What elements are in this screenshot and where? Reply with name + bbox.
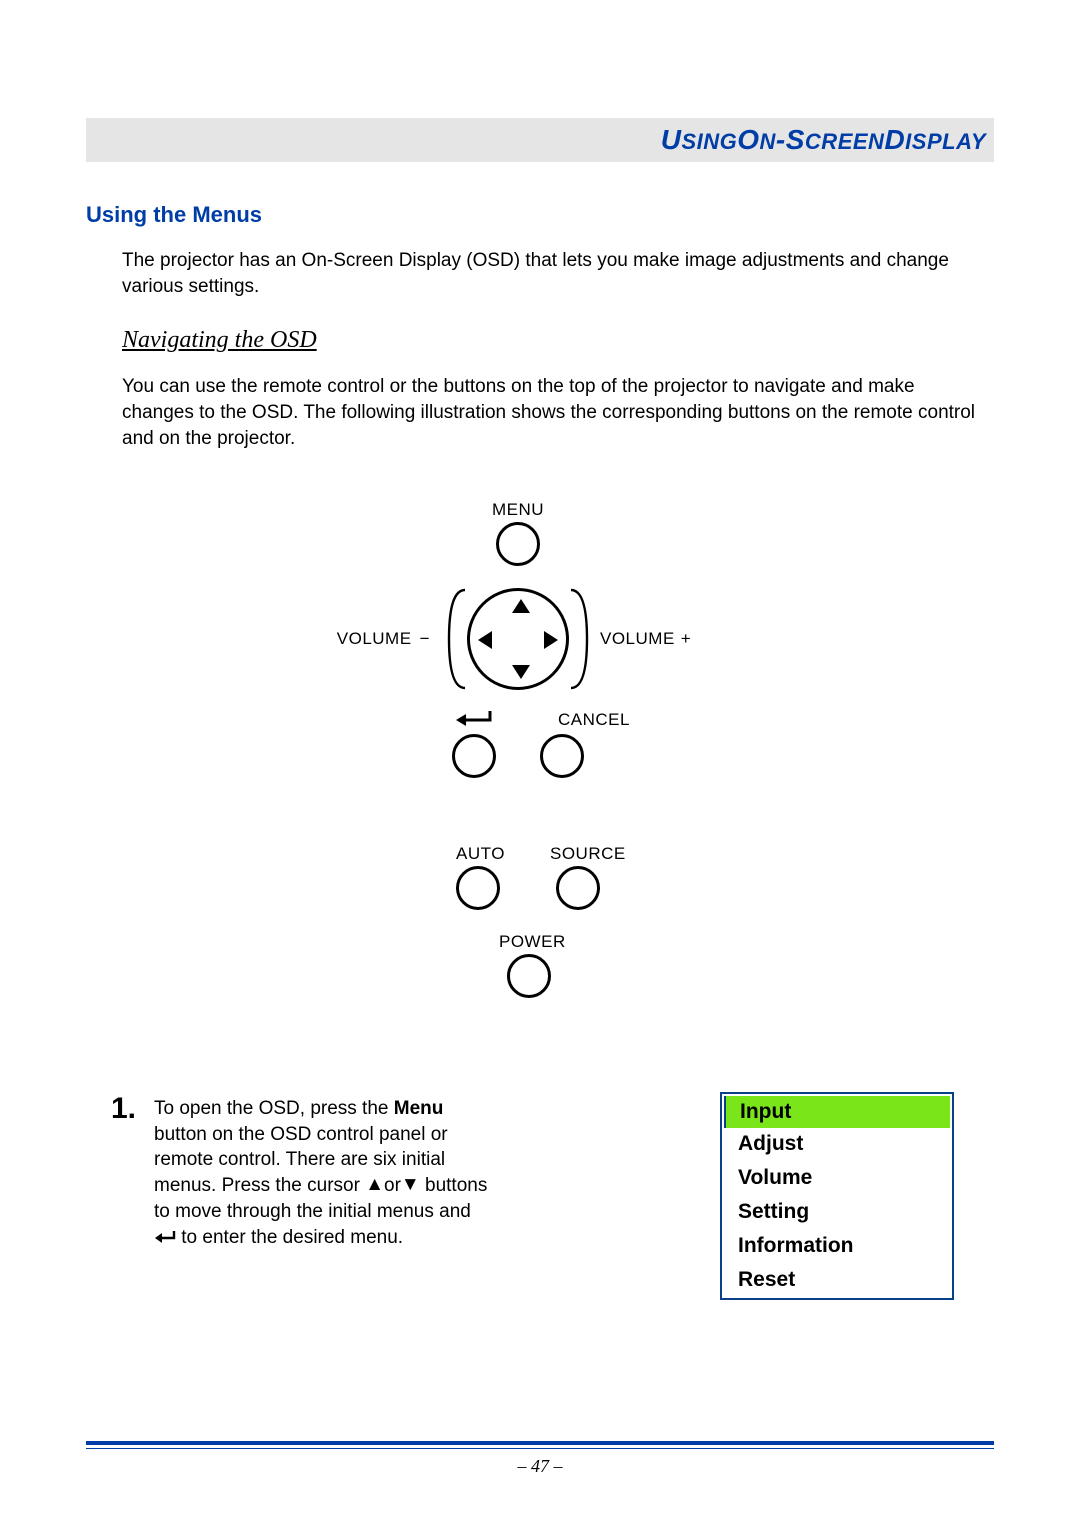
footer-rule <box>86 1441 994 1449</box>
label-menu: MENU <box>492 500 544 520</box>
button-source <box>556 866 600 910</box>
page-number: – 47 – <box>0 1456 1080 1477</box>
label-source: SOURCE <box>550 844 626 864</box>
step-text: To open the OSD, press the Menu button o… <box>154 1096 494 1250</box>
page: USING ON-SCREEN DISPLAY Using the Menus … <box>0 0 1080 1527</box>
osd-item-adjust: Adjust <box>724 1128 950 1160</box>
button-cancel <box>540 734 584 778</box>
button-menu <box>496 522 540 566</box>
osd-menu-box: InputAdjustVolumeSettingInformationReset <box>720 1092 954 1300</box>
triangle-down-icon: ▼ <box>401 1172 420 1198</box>
sub-heading: Navigating the OSD <box>122 327 994 354</box>
label-volume-plus: VOLUME+ <box>600 629 691 649</box>
chapter-title: USING ON-SCREEN DISPLAY <box>661 124 986 156</box>
label-volume-minus: VOLUME− <box>337 629 430 649</box>
control-panel-diagram: MENU VOLUME− VOLUME+ CANCEL <box>360 506 720 1046</box>
button-power <box>507 954 551 998</box>
label-cancel: CANCEL <box>558 710 630 730</box>
arrow-left-icon <box>478 631 492 649</box>
dpad-circle <box>467 588 569 690</box>
osd-item-reset: Reset <box>724 1264 950 1296</box>
enter-inline-icon <box>154 1224 176 1250</box>
triangle-up-icon: ▲ <box>365 1172 384 1198</box>
arrow-up-icon <box>512 599 530 613</box>
step-1-row: 1. To open the OSD, press the Menu butto… <box>98 1096 954 1300</box>
chapter-header-bar: USING ON-SCREEN DISPLAY <box>86 118 994 162</box>
osd-item-information: Information <box>724 1230 950 1262</box>
arrow-right-icon <box>544 631 558 649</box>
arrow-down-icon <box>512 665 530 679</box>
label-auto: AUTO <box>456 844 505 864</box>
section-title: Using the Menus <box>86 202 994 228</box>
step-number: 1. <box>98 1094 136 1124</box>
osd-item-volume: Volume <box>724 1162 950 1194</box>
button-auto <box>456 866 500 910</box>
osd-item-input: Input <box>724 1096 950 1128</box>
enter-icon <box>454 709 494 729</box>
label-power: POWER <box>499 932 566 952</box>
button-enter <box>452 734 496 778</box>
nav-paragraph: You can use the remote control or the bu… <box>122 374 984 451</box>
bracket-left-icon <box>447 588 467 690</box>
bracket-right-icon <box>569 588 589 690</box>
intro-paragraph: The projector has an On-Screen Display (… <box>122 248 984 299</box>
osd-item-setting: Setting <box>724 1196 950 1228</box>
